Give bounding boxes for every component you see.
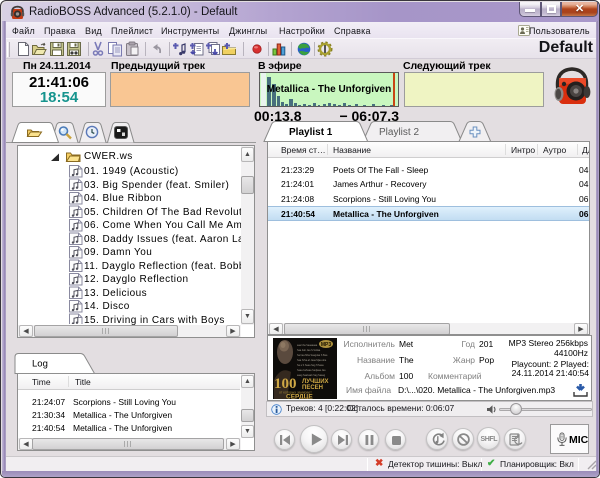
svg-text:Sa a S Saaa Sag S'Saaa: Sa a S Saaa Sag S'Saaa xyxy=(297,364,324,367)
svg-text:Playlist 1: Playlist 1 xyxy=(289,127,333,138)
svg-text:Saa bab Jaa S.Sddaa: Saa bab Jaa S.Sddaa xyxy=(297,349,321,352)
svg-text:Sa baa Mba Saagdaa S Baa: Sa baa Mba Saagdaa S Baa xyxy=(297,354,328,357)
svg-text:Saa S/Sa-af Jaaa Mjaa aba: Saa S/Sa-af Jaaa Mjaa aba xyxy=(297,359,327,362)
svg-text:aaa bba Saaaaaaa: aaa bba Saaaaaaa xyxy=(297,344,318,347)
svg-text:Log: Log xyxy=(32,359,48,370)
svg-text:Playlist 2: Playlist 2 xyxy=(379,127,419,138)
svg-text:aaag Saabaab Sag Saaag: aaag Saabaab Sag Saaag xyxy=(297,374,326,377)
svg-text:Saaa baSaaa Sadjaaa Jaa: Saaa baSaaa Sadjaaa Jaa xyxy=(297,369,326,372)
svg-text:СЕРДЦЕ: СЕРДЦЕ xyxy=(286,394,313,400)
